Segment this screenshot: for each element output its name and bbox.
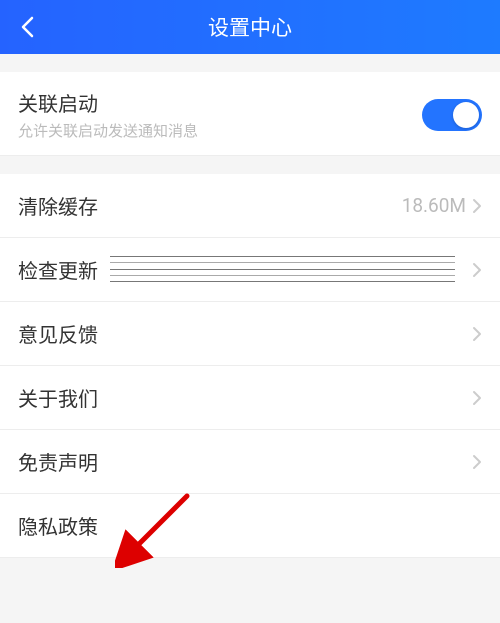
toggle-knob xyxy=(453,102,479,128)
related-launch-sublabel: 允许关联启动发送通知消息 xyxy=(18,120,422,141)
about-us-label: 关于我们 xyxy=(18,383,472,412)
chevron-right-icon xyxy=(472,390,482,406)
row-related-launch[interactable]: 关联启动 允许关联启动发送通知消息 xyxy=(0,72,500,156)
header: 设置中心 xyxy=(0,0,500,54)
clear-cache-value: 18.60M xyxy=(402,194,466,217)
section-gap xyxy=(0,54,500,72)
chevron-right-icon xyxy=(472,198,482,214)
chevron-right-icon xyxy=(472,262,482,278)
row-disclaimer[interactable]: 免责声明 xyxy=(0,430,500,494)
related-launch-toggle[interactable] xyxy=(422,99,482,131)
row-clear-cache[interactable]: 清除缓存 18.60M xyxy=(0,174,500,238)
chevron-right-icon xyxy=(472,326,482,342)
section-gap xyxy=(0,156,500,174)
row-feedback[interactable]: 意见反馈 xyxy=(0,302,500,366)
page-title: 设置中心 xyxy=(208,12,292,42)
row-check-update[interactable]: 检查更新 xyxy=(0,238,500,302)
row-about-us[interactable]: 关于我们 xyxy=(0,366,500,430)
disclaimer-label: 免责声明 xyxy=(18,447,472,476)
chevron-right-icon xyxy=(472,454,482,470)
back-icon xyxy=(20,16,34,38)
check-update-label: 检查更新 xyxy=(18,255,472,284)
content: 关联启动 允许关联启动发送通知消息 清除缓存 18.60M 检查更新 意见反馈 xyxy=(0,54,500,558)
clear-cache-label: 清除缓存 xyxy=(18,191,402,220)
related-launch-label: 关联启动 xyxy=(18,88,422,117)
row-privacy-policy[interactable]: 隐私政策 xyxy=(0,494,500,558)
feedback-label: 意见反馈 xyxy=(18,319,472,348)
privacy-label: 隐私政策 xyxy=(18,511,482,540)
row-text: 关联启动 允许关联启动发送通知消息 xyxy=(18,88,422,141)
back-button[interactable] xyxy=(12,12,42,42)
